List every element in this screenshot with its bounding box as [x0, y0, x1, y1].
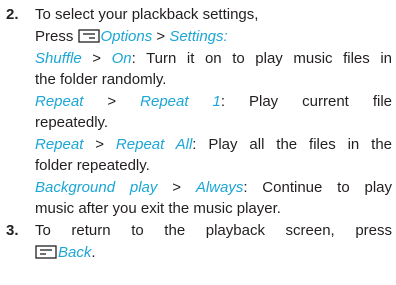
repeat-label: Repeat	[35, 93, 84, 110]
repeatall-line-2: folder repeatedly.	[35, 156, 392, 176]
intro-text: To select your plackback settings,	[35, 6, 259, 23]
separator: >	[92, 50, 102, 67]
background-play-label: Background play	[35, 179, 158, 196]
repeat-1-desc-cont: repeatedly.	[35, 114, 109, 131]
settings-colon: :	[223, 28, 228, 45]
repeatall-line-1: Repeat > Repeat All: Play all the files …	[35, 135, 392, 155]
step-2-intro: To select your plackback settings,	[35, 5, 392, 25]
step-number: 2.	[6, 6, 19, 23]
shuffle-desc-cont: the folder randomly.	[35, 71, 167, 88]
background-desc-cont: music after you exit the music player.	[35, 200, 281, 217]
separator: >	[107, 93, 117, 110]
repeat1-line-1: Repeat > Repeat 1: Play current file	[35, 92, 392, 112]
press-options-line: Press Options > Settings:	[35, 27, 392, 47]
shuffle-line-1: Shuffle > On: Turn it on to play music f…	[35, 49, 392, 69]
step-3-line-2: Back.	[35, 243, 392, 263]
step-3-line-1: To return to the playback screen, press	[35, 221, 392, 241]
repeat-all-desc: : Play all the files in the	[192, 136, 393, 153]
repeat1-line-2: repeatedly.	[35, 113, 392, 133]
background-desc: : Continue to play	[243, 179, 393, 196]
separator: >	[95, 136, 105, 153]
separator: >	[156, 28, 166, 45]
shuffle-desc: : Turn it on to play music files in	[131, 50, 392, 67]
always-label: Always	[195, 179, 244, 196]
separator: >	[172, 179, 181, 196]
repeat-1-label: Repeat 1	[140, 93, 221, 110]
shuffle-line-2: the folder randomly.	[35, 70, 392, 90]
step-number: 3.	[6, 222, 19, 239]
background-line-1: Background play > Always: Continue to pl…	[35, 178, 392, 198]
back-label: Back	[58, 244, 92, 261]
shuffle-label: Shuffle	[35, 50, 82, 67]
repeat-label: Repeat	[35, 136, 84, 153]
repeat-all-desc-cont: folder repeatedly.	[35, 157, 150, 174]
left-softkey-icon	[77, 29, 100, 43]
period: .	[91, 244, 96, 261]
press-word: Press	[35, 28, 74, 45]
repeat-1-desc: : Play current file	[220, 93, 393, 110]
on-label: On	[111, 50, 132, 67]
repeat-all-label: Repeat All	[115, 136, 193, 153]
background-line-2: music after you exit the music player.	[35, 199, 392, 219]
right-softkey-icon	[35, 245, 57, 259]
settings-label: Settings	[169, 28, 224, 45]
options-label: Options	[100, 28, 153, 45]
step-3-text: To return to the playback screen, press	[35, 222, 392, 239]
